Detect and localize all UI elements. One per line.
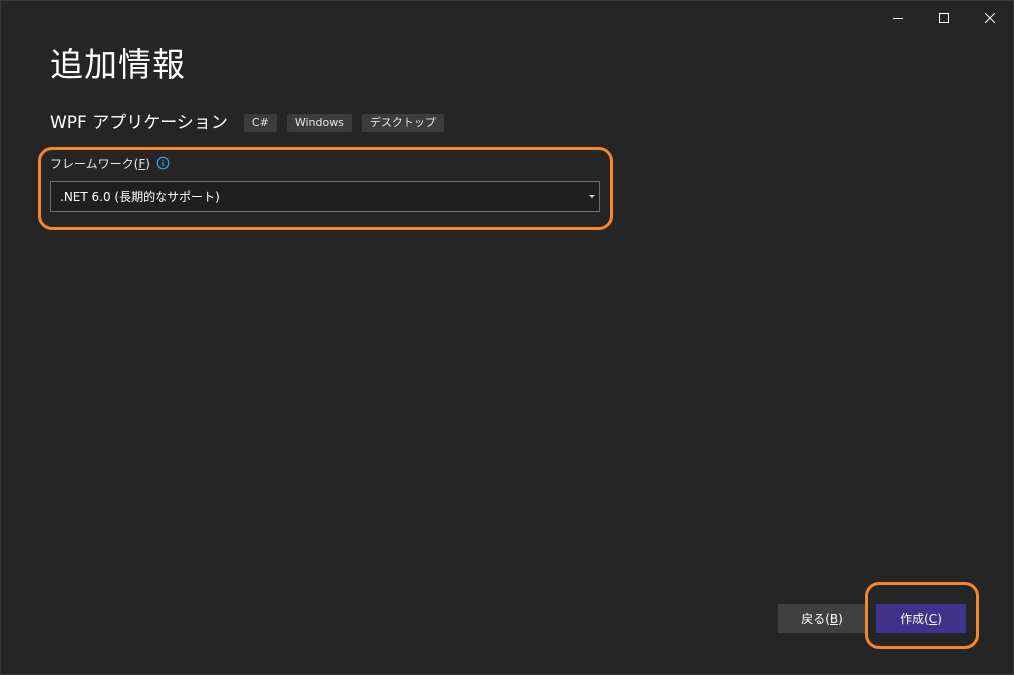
dialog-window: 追加情報 WPF アプリケーション C# Windows デスクトップ フレーム… — [0, 0, 1014, 675]
window-controls — [875, 1, 1013, 35]
chevron-down-icon — [589, 195, 595, 198]
template-name: WPF アプリケーション — [50, 113, 228, 133]
framework-label: フレームワーク(F) — [50, 156, 150, 171]
template-info: WPF アプリケーション C# Windows デスクトップ — [50, 111, 454, 135]
close-icon — [985, 13, 995, 23]
tag-project-type: デスクトップ — [361, 114, 444, 132]
tag-language: C# — [243, 114, 277, 132]
page-title: 追加情報 — [50, 45, 186, 84]
minimize-icon — [893, 18, 903, 19]
maximize-button[interactable] — [921, 1, 967, 35]
framework-select[interactable]: .NET 6.0 (長期的なサポート) — [50, 181, 600, 212]
create-button[interactable]: 作成(C) — [876, 604, 966, 633]
tag-platform: Windows — [286, 114, 352, 132]
framework-label-row: フレームワーク(F) — [50, 154, 170, 172]
info-icon[interactable] — [156, 156, 170, 170]
framework-selected-value: .NET 6.0 (長期的なサポート) — [60, 190, 220, 204]
close-button[interactable] — [967, 1, 1013, 35]
minimize-button[interactable] — [875, 1, 921, 35]
back-button[interactable]: 戻る(B) — [778, 604, 866, 633]
maximize-icon — [939, 13, 949, 23]
